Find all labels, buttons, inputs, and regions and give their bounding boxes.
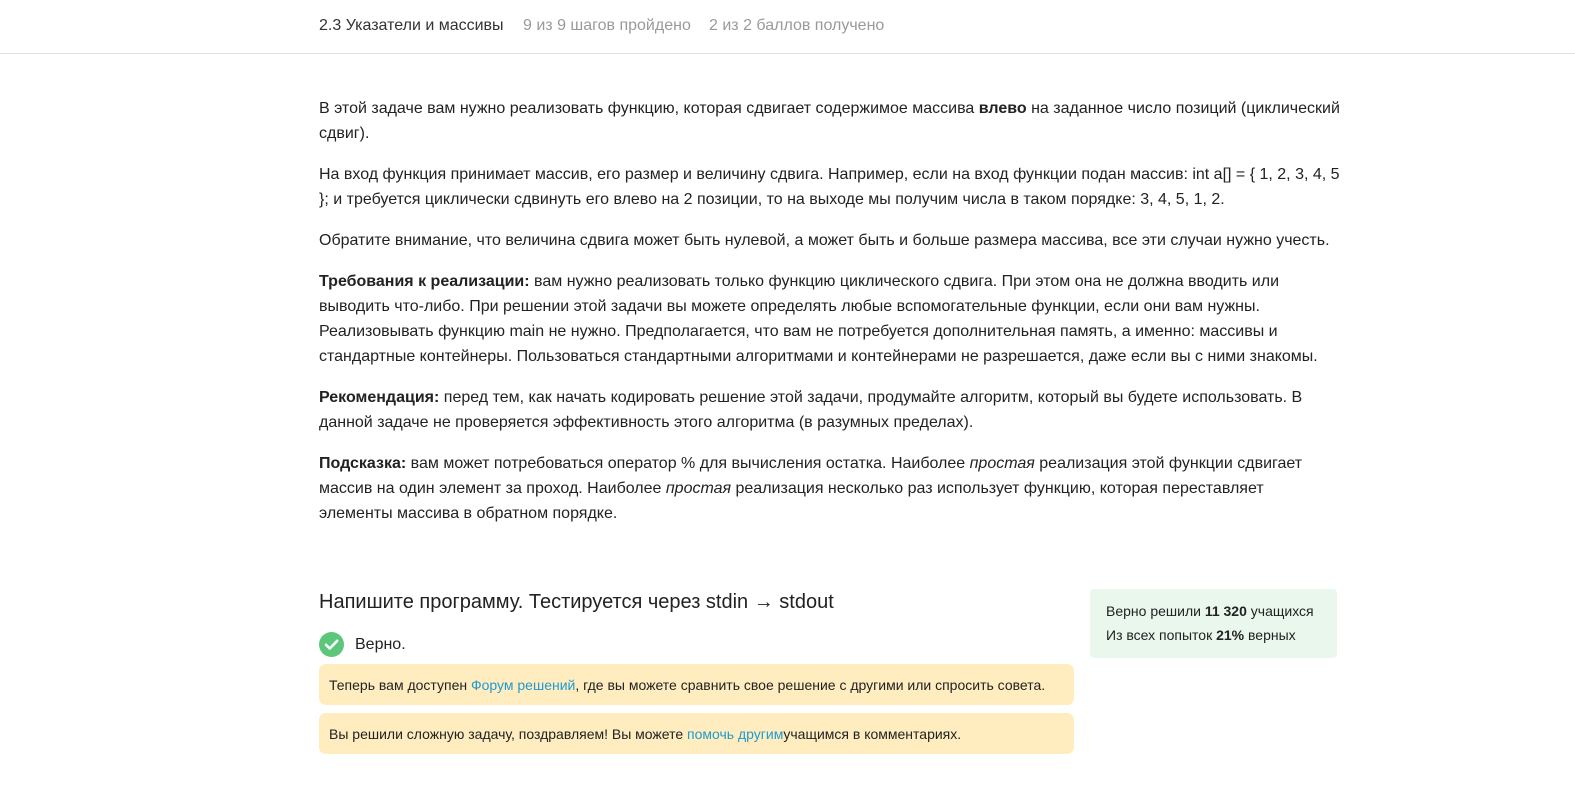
help-others-link[interactable]: помочь другим (687, 726, 783, 742)
task-paragraph-hint: Подсказка: вам может потребоваться опера… (319, 455, 1303, 522)
solved-count-line: Верно решили 11 320 учащихся (1106, 603, 1314, 619)
solution-stats: Верно решили 11 320 учащихся Из всех поп… (1090, 589, 1337, 658)
task-paragraph-example: На вход функция принимает массив, его ра… (319, 166, 1340, 208)
task-paragraph-recommendation: Рекомендация: перед тем, как начать коди… (319, 389, 1303, 431)
congrats-notice: Вы решили сложную задачу, поздравляем! В… (319, 713, 1074, 754)
status-text: Верно. (355, 635, 406, 653)
lesson-header: 2.3 Указатели и массивы 9 из 9 шагов про… (0, 0, 1575, 54)
recommendation-label: Рекомендация: (319, 389, 440, 406)
hint-label: Подсказка: (319, 455, 407, 472)
task-description: В этой задаче вам нужно реализовать функ… (319, 96, 1341, 542)
task-paragraph-intro: В этой задаче вам нужно реализовать функ… (319, 100, 1340, 142)
attempts-percent: 21% (1216, 627, 1245, 643)
attempts-line: Из всех попыток 21% верных (1106, 627, 1296, 643)
quiz-status: Верно. (319, 632, 406, 657)
points-progress: 2 из 2 баллов получено (709, 17, 885, 34)
forum-link[interactable]: Форум решений (471, 677, 575, 693)
lesson-title[interactable]: 2.3 Указатели и массивы (319, 17, 504, 35)
task-paragraph-note: Обратите внимание, что величина сдвига м… (319, 232, 1330, 249)
requirements-label: Требования к реализации: (319, 273, 530, 290)
emphasis-left: влево (978, 100, 1027, 117)
solved-count: 11 320 (1204, 603, 1247, 619)
forum-notice: Теперь вам доступен Форум решений , где … (319, 664, 1074, 705)
quiz-title: Напишите программу. Тестируется через st… (319, 591, 834, 613)
check-circle-icon (319, 632, 344, 657)
steps-progress: 9 из 9 шагов пройдено (523, 17, 691, 34)
task-paragraph-requirements: Требования к реализации: вам нужно реали… (319, 273, 1318, 365)
